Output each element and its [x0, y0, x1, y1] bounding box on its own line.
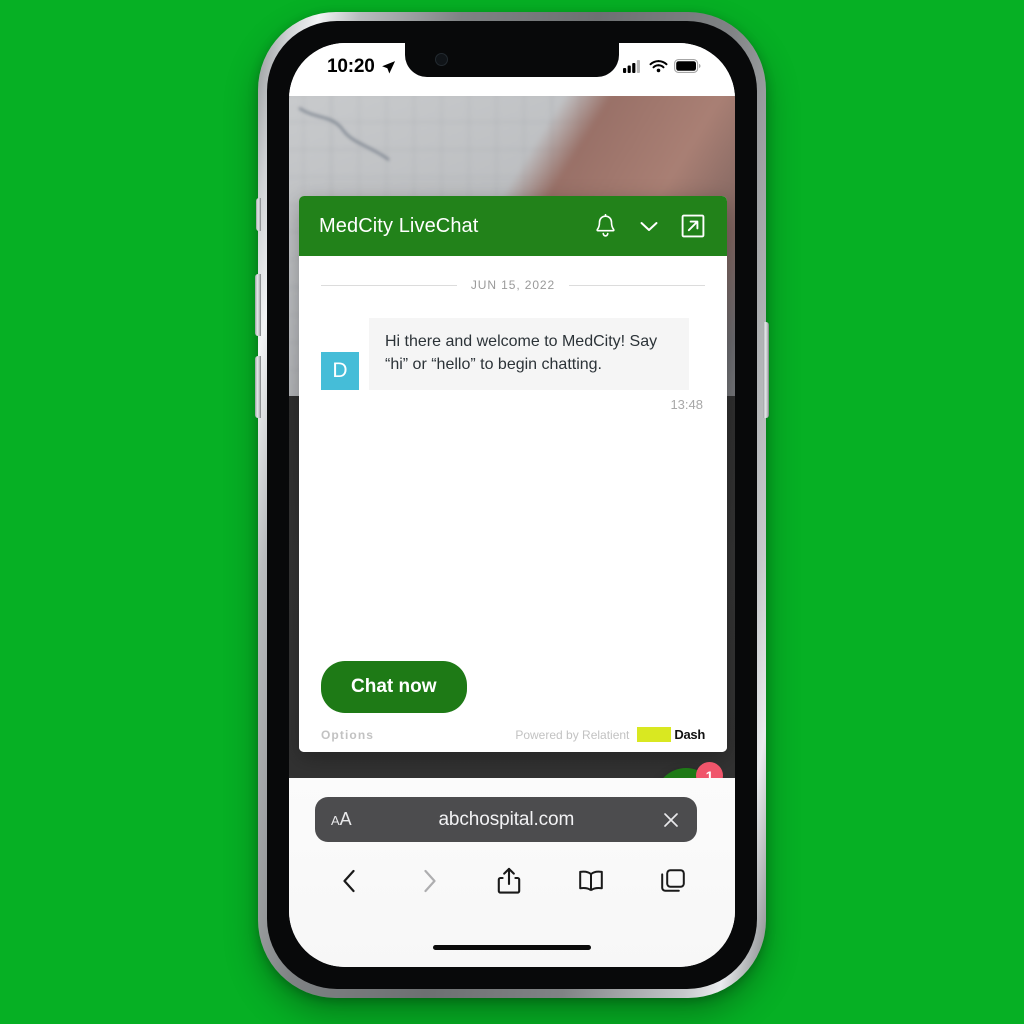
chevron-down-icon[interactable] [637, 214, 661, 238]
iphone-device: 10:20 MedCity LiveChat JUN 15, 2022 D Hi… [255, 12, 769, 998]
safari-bottom-chrome: A A abchospital.com [289, 778, 735, 967]
powered-by-group: Powered by Relatient Dash [515, 727, 705, 742]
location-arrow-icon [381, 60, 395, 73]
chat-now-button[interactable]: Chat now [321, 661, 467, 713]
date-divider: JUN 15, 2022 [321, 278, 705, 292]
tabs-icon[interactable] [660, 868, 686, 894]
livechat-footer: Chat now Options Powered by Relatient Da… [299, 661, 727, 752]
url-text[interactable]: abchospital.com [352, 809, 661, 831]
status-bar-time: 10:20 [327, 56, 375, 77]
livechat-footer-row: Options Powered by Relatient Dash [321, 727, 705, 742]
back-icon[interactable] [338, 868, 362, 894]
forward-icon[interactable] [417, 868, 441, 894]
message-row: D Hi there and welcome to MedCity! Say “… [321, 318, 705, 391]
dash-logo: Dash [637, 727, 705, 742]
home-indicator[interactable] [433, 945, 591, 950]
front-camera-icon [435, 53, 448, 66]
wifi-icon [649, 60, 668, 73]
message-bubble: Hi there and welcome to MedCity! Say “hi… [369, 318, 689, 391]
divider-line-right [569, 284, 705, 286]
photo-detail-line [298, 107, 390, 161]
bell-icon[interactable] [594, 213, 617, 239]
safari-toolbar [289, 854, 735, 908]
status-bar-time-group: 10:20 [327, 56, 396, 78]
battery-icon [674, 59, 701, 73]
livechat-widget: MedCity LiveChat JUN 15, 2022 D Hi there… [299, 196, 727, 752]
webpage-content: MedCity LiveChat JUN 15, 2022 D Hi there… [289, 96, 735, 796]
close-tab-icon[interactable] [661, 810, 681, 830]
cellular-signal-icon [623, 60, 640, 73]
share-icon[interactable] [496, 867, 522, 895]
power-button[interactable] [763, 322, 769, 418]
options-link[interactable]: Options [321, 728, 374, 742]
livechat-message-list: JUN 15, 2022 D Hi there and welcome to M… [299, 256, 727, 661]
aa-small-letter: A [331, 813, 340, 828]
device-notch [405, 43, 619, 77]
mute-switch[interactable] [256, 198, 261, 231]
livechat-header-actions [594, 213, 705, 239]
dash-logo-text: Dash [674, 727, 705, 742]
aa-text-size-icon[interactable]: A A [331, 809, 352, 830]
powered-by-label: Powered by Relatient [515, 727, 630, 742]
aa-large-letter: A [339, 809, 352, 829]
status-bar-indicators [623, 59, 701, 73]
volume-down-button[interactable] [255, 356, 261, 418]
dash-logo-mark [637, 727, 672, 742]
livechat-title: MedCity LiveChat [319, 214, 479, 237]
external-link-icon[interactable] [681, 214, 705, 238]
bookmarks-icon[interactable] [577, 869, 605, 893]
message-item: D Hi there and welcome to MedCity! Say “… [321, 318, 705, 412]
volume-up-button[interactable] [255, 274, 261, 336]
date-divider-label: JUN 15, 2022 [470, 278, 556, 292]
address-bar[interactable]: A A abchospital.com [315, 797, 697, 842]
device-bezel: 10:20 MedCity LiveChat JUN 15, 2022 D Hi… [267, 21, 757, 989]
livechat-header: MedCity LiveChat [299, 196, 727, 256]
divider-line-left [321, 284, 457, 286]
message-timestamp: 13:48 [670, 397, 703, 413]
phone-screen: 10:20 MedCity LiveChat JUN 15, 2022 D Hi… [289, 43, 735, 967]
avatar: D [321, 352, 359, 391]
